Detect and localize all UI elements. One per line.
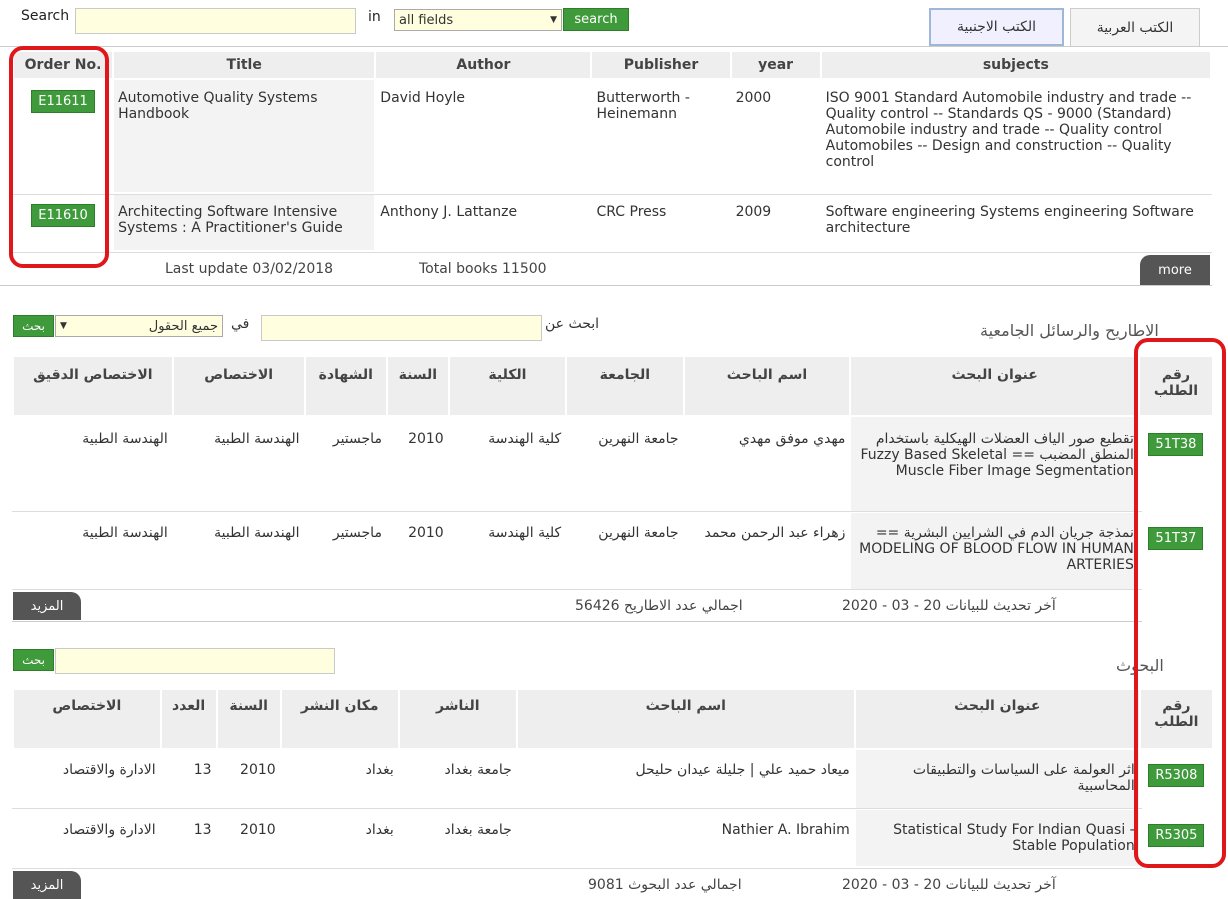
research-year: 2010 — [240, 762, 276, 778]
total-books: Total books 11500 — [419, 261, 547, 277]
theses-field-select-value: جميع الحقول — [148, 318, 218, 334]
thesis-subspecialty: الهندسة الطبية — [82, 525, 168, 541]
research-issue: 13 — [193, 822, 212, 838]
table-row: E11610 Architecting Software Intensive S… — [14, 194, 1210, 250]
theses-search-label: ابحث عن — [545, 316, 600, 332]
thesis-year: 2010 — [408, 525, 444, 541]
research-place: بغداد — [365, 762, 394, 778]
research-table: رقم الطلب عنوان البحث اسم الباحث الناشر … — [12, 688, 1214, 868]
theses-section-title: الاطاريح والرسائل الجامعية — [980, 321, 1159, 340]
thesis-college: كلية الهندسة — [488, 525, 562, 541]
thesis-university: جامعة النهرين — [598, 525, 679, 541]
theses-in-label: في — [231, 316, 250, 332]
col-specialty: الاختصاص — [173, 357, 304, 415]
chevron-down-icon: ▼ — [60, 321, 67, 331]
research-search-input[interactable] — [55, 648, 335, 674]
col-specialty: الاختصاص — [14, 690, 160, 748]
thesis-university: جامعة النهرين — [598, 431, 679, 447]
col-university: الجامعة — [567, 357, 683, 415]
foreign-books-table: Order No. Title Author Publisher year su… — [12, 50, 1212, 252]
research-more-button[interactable]: المزيد — [13, 871, 81, 899]
col-year: السنة — [387, 357, 448, 415]
col-year: year — [731, 52, 820, 78]
research-publisher: جامعة بغداد — [444, 762, 512, 778]
research-title: اثر العولمة على السياسات والتطبيقات المح… — [855, 750, 1139, 808]
book-title: Architecting Software Intensive Systems … — [114, 194, 375, 250]
field-select[interactable]: all fields ▼ — [394, 9, 562, 31]
thesis-degree: ماجستير — [332, 525, 382, 541]
col-research-title: عنوان البحث — [855, 690, 1139, 748]
col-college: الكلية — [449, 357, 566, 415]
book-year: 2000 — [735, 90, 772, 106]
theses-search-input[interactable] — [261, 315, 542, 341]
research-specialty: الادارة والاقتصاد — [62, 822, 156, 838]
col-degree: الشهادة — [305, 357, 386, 415]
theses-field-select[interactable]: جميع الحقول ▼ — [55, 315, 223, 337]
theses-table: رقم الطلب عنوان البحث اسم الباحث الجامعة… — [12, 355, 1214, 591]
research-issue: 13 — [193, 762, 212, 778]
col-publisher: Publisher — [592, 52, 730, 78]
highlight-box — [9, 46, 109, 268]
col-title: Title — [114, 52, 375, 78]
research-last-update: آخر تحديث للبيانات 20 - 03 - 2020 — [842, 877, 1056, 893]
book-title: Automotive Quality Systems Handbook — [114, 80, 375, 192]
research-search-button[interactable]: بحث — [13, 649, 54, 671]
more-button[interactable]: more — [1140, 255, 1210, 285]
col-issue: العدد — [161, 690, 216, 748]
research-year: 2010 — [240, 822, 276, 838]
research-total: اجمالي عدد البحوث 9081 — [588, 877, 742, 893]
thesis-researcher: زهراء عبد الرحمن محمد — [704, 525, 846, 541]
thesis-college: كلية الهندسة — [488, 431, 562, 447]
table-row: R5305 Statistical Study For Indian Quasi… — [14, 810, 1212, 866]
col-place: مكان النشر — [281, 690, 398, 748]
col-year: السنة — [217, 690, 280, 748]
research-specialty: الادارة والاقتصاد — [62, 762, 156, 778]
table-row: 51T37 نمذجة جريان الدم في الشرايين البشر… — [14, 513, 1212, 589]
search-input[interactable] — [75, 8, 356, 34]
col-researcher: اسم الباحث — [517, 690, 854, 748]
table-row: E11611 Automotive Quality Systems Handbo… — [14, 80, 1210, 192]
thesis-year: 2010 — [408, 431, 444, 447]
thesis-subspecialty: الهندسة الطبية — [82, 431, 168, 447]
last-update: Last update 03/02/2018 — [165, 261, 334, 277]
research-title: Statistical Study For Indian Quasi - Sta… — [855, 810, 1139, 866]
thesis-title: تقطيع صور الياف العضلات الهيكلية باستخدا… — [851, 417, 1138, 511]
research-place: بغداد — [365, 822, 394, 838]
col-subspecialty: الاختصاص الدقيق — [14, 357, 172, 415]
tab-arabic-books[interactable]: الكتب العربية — [1070, 8, 1200, 46]
thesis-researcher: مهدي موفق مهدي — [738, 431, 846, 447]
field-select-value: all fields — [399, 12, 454, 28]
book-publisher: CRC Press — [596, 204, 667, 220]
book-publisher: Butterworth - Heinemann — [596, 90, 690, 122]
thesis-title: نمذجة جريان الدم في الشرايين البشرية == … — [851, 513, 1138, 589]
table-row: 51T38 تقطيع صور الياف العضلات الهيكلية ب… — [14, 417, 1212, 511]
table-row: R5308 اثر العولمة على السياسات والتطبيقا… — [14, 750, 1212, 808]
thesis-specialty: الهندسة الطبية — [214, 431, 300, 447]
thesis-degree: ماجستير — [332, 431, 382, 447]
col-research-title: عنوان البحث — [851, 357, 1138, 415]
tab-foreign-books[interactable]: الكتب الاجنبية — [929, 8, 1064, 46]
search-button[interactable]: search — [563, 8, 629, 31]
col-author: Author — [376, 52, 591, 78]
highlight-box — [1134, 338, 1226, 868]
book-subjects: ISO 9001 Standard Automobile industry an… — [825, 90, 1192, 170]
theses-more-button[interactable]: المزيد — [13, 592, 81, 620]
book-author: David Hoyle — [380, 90, 466, 106]
book-subjects: Software engineering Systems engineering… — [825, 204, 1194, 236]
research-publisher: جامعة بغداد — [444, 822, 512, 838]
research-researcher: Nathier A. Ibrahim — [721, 822, 850, 838]
theses-search-button[interactable]: بحث — [13, 315, 54, 337]
col-researcher: اسم الباحث — [684, 357, 850, 415]
in-label: in — [368, 9, 381, 25]
col-subjects: subjects — [821, 52, 1210, 78]
book-year: 2009 — [735, 204, 772, 220]
research-researcher: ميعاد حميد علي | جليلة عيدان حليحل — [635, 762, 850, 778]
theses-total: اجمالي عدد الاطاريح 56426 — [575, 598, 743, 614]
chevron-down-icon: ▼ — [550, 15, 557, 25]
thesis-specialty: الهندسة الطبية — [214, 525, 300, 541]
search-label: Search — [21, 8, 70, 24]
book-author: Anthony J. Lattanze — [380, 204, 518, 220]
theses-last-update: آخر تحديث للبيانات 20 - 03 - 2020 — [842, 598, 1056, 614]
col-publisher: الناشر — [399, 690, 516, 748]
